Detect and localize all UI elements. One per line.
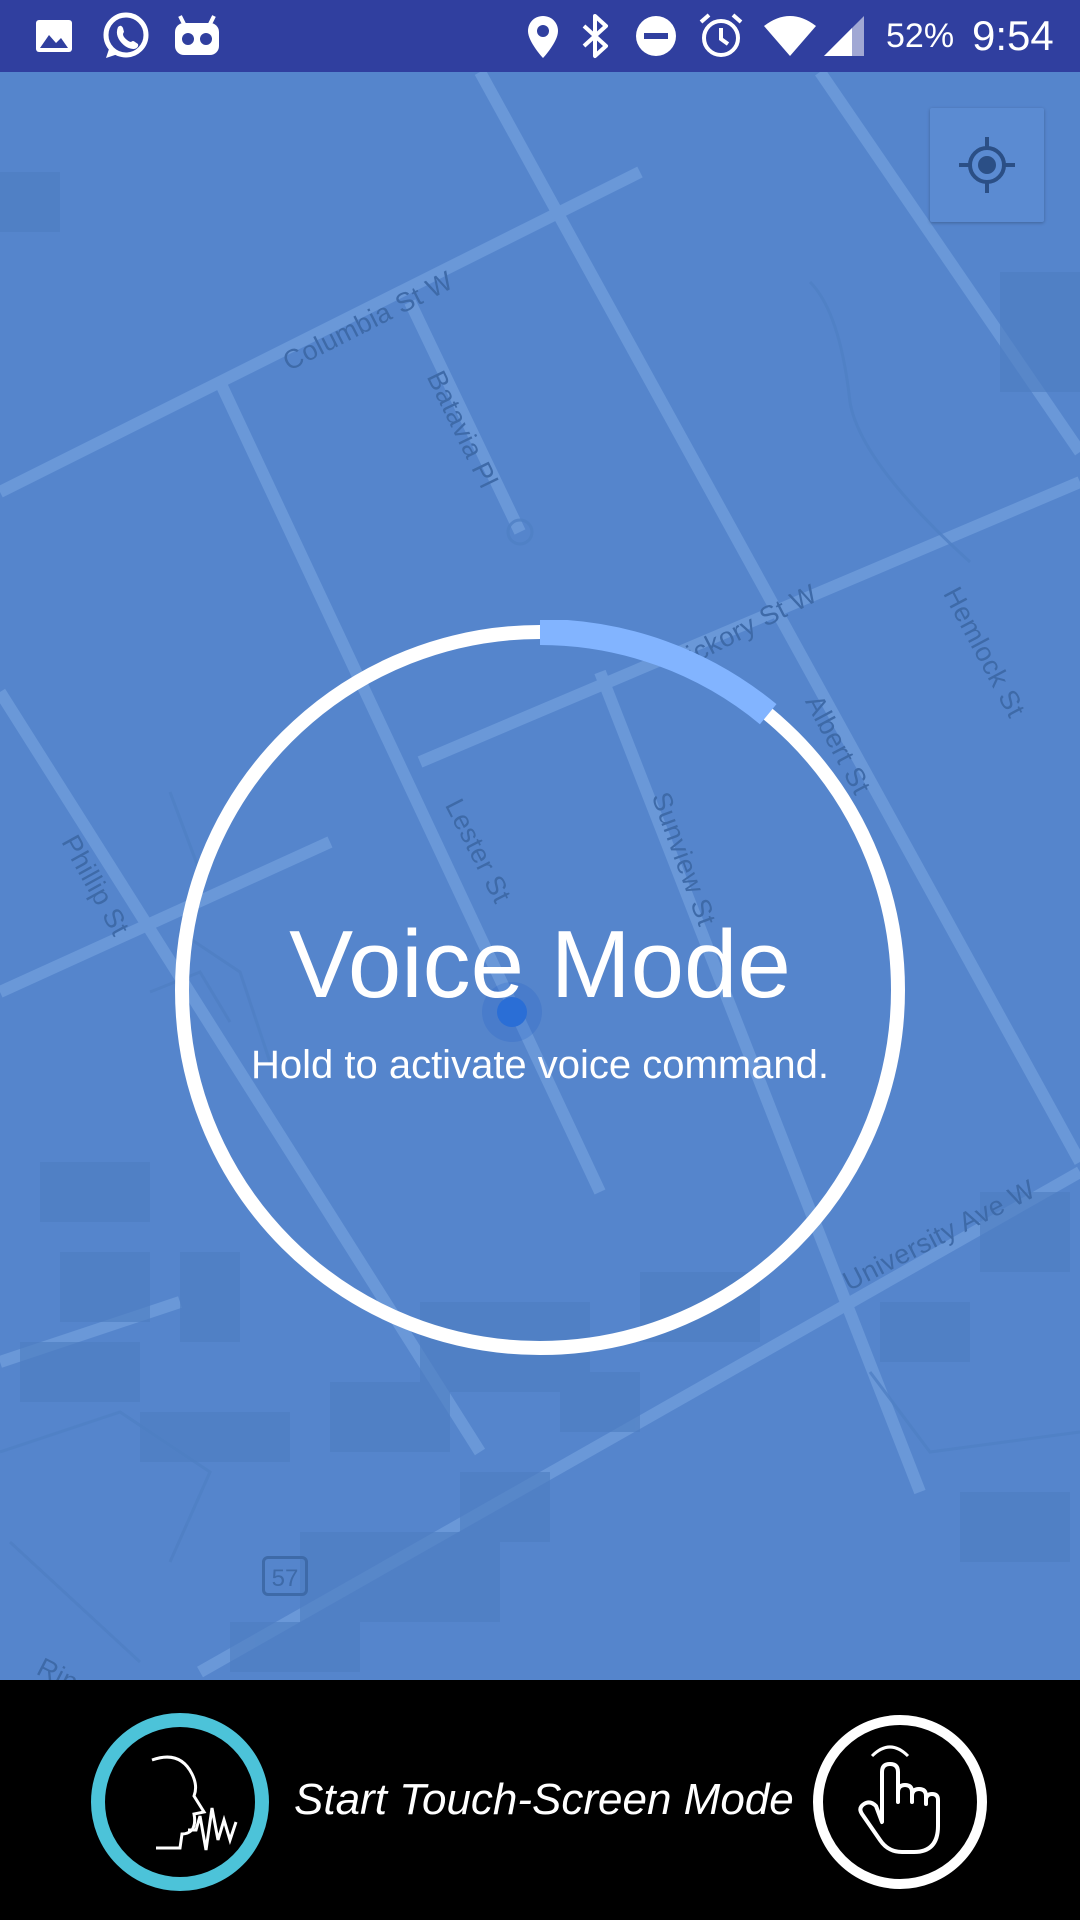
wifi-icon: [764, 16, 816, 56]
location-pin-icon: [528, 16, 558, 58]
my-location-icon: [959, 137, 1015, 193]
mode-switch-bar: Start Touch-Screen Mode: [0, 1680, 1080, 1920]
do-not-disturb-icon: [636, 16, 676, 56]
hand-pointer-icon[interactable]: [810, 1712, 990, 1892]
speaking-head-icon[interactable]: [90, 1712, 270, 1892]
my-location-button[interactable]: [930, 108, 1044, 222]
whatsapp-icon: [103, 12, 149, 58]
voice-mode-instructions: Hold to activate voice command.: [250, 1043, 830, 1087]
cell-signal-icon: [824, 16, 864, 56]
screen: 52% 9:54 Columbia St W Batavia Pl Hickor…: [0, 0, 1080, 1920]
voice-mode-title: Voice Mode: [289, 911, 791, 1018]
voice-hold-progress-arc: [539, 620, 777, 725]
android-icon: [175, 15, 219, 55]
route-shield: 57: [262, 1556, 308, 1596]
image-icon: [36, 20, 72, 52]
battery-level: 52%: [886, 17, 955, 55]
start-touch-screen-mode-label[interactable]: Start Touch-Screen Mode: [294, 1772, 794, 1828]
status-bar: 52% 9:54: [0, 0, 1080, 72]
alarm-icon: [699, 13, 743, 57]
bluetooth-icon: [582, 14, 608, 58]
clock: 9:54: [972, 12, 1054, 59]
